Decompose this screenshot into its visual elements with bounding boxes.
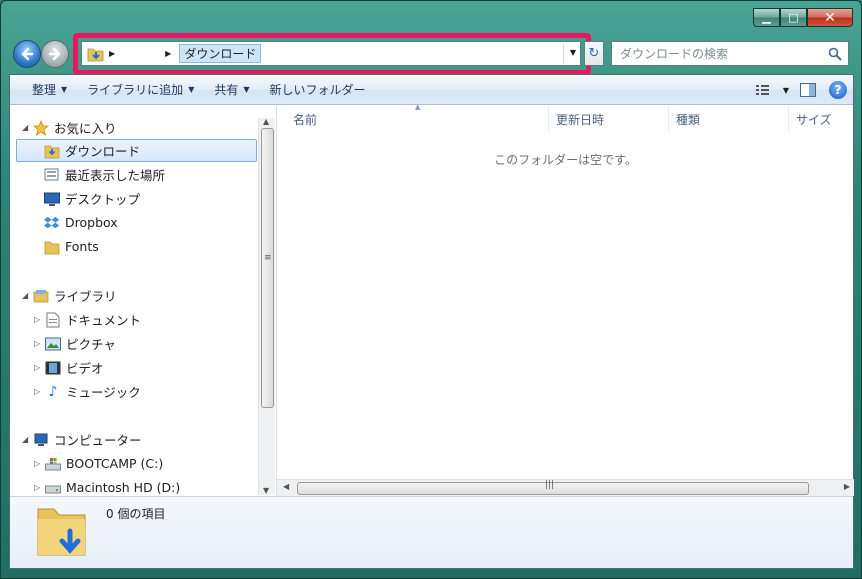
explorer-window: ▁ □ ✕ ▶ ▶ ダウンロード ▼ ↻ ダウンロードの検索 整理 ▼ ライブラ… — [0, 0, 862, 579]
search-input[interactable]: ダウンロードの検索 — [620, 45, 828, 62]
command-bar: 整理 ▼ ライブラリに追加 ▼ 共有 ▼ 新しいフォルダー ▼ ? — [10, 75, 853, 105]
help-icon: ? — [829, 81, 847, 99]
nav-item-pictures[interactable]: ▷ ピクチャ — [34, 332, 116, 355]
navigation-pane-scrollbar[interactable]: ▲ ≡ ▼ — [258, 117, 275, 495]
nav-item-videos[interactable]: ▷ ビデオ — [34, 356, 104, 379]
nav-item-drive-c[interactable]: ▷ BOOTCAMP (C:) — [34, 452, 163, 475]
refresh-button[interactable]: ↻ — [584, 41, 604, 66]
dropbox-icon — [43, 215, 61, 231]
column-type[interactable]: 種類 — [669, 106, 789, 132]
documents-icon — [44, 312, 62, 328]
nav-item-music[interactable]: ▷ ♪ ミュージック — [34, 380, 141, 403]
search-icon[interactable] — [828, 47, 842, 61]
nav-item-recent-places[interactable]: 最近表示した場所 — [43, 163, 165, 186]
computer-icon — [32, 432, 50, 448]
empty-folder-message: このフォルダーは空です。 — [494, 153, 637, 167]
back-arrow-icon — [21, 47, 34, 61]
address-divider — [563, 44, 564, 64]
windows-drive-icon — [44, 456, 62, 472]
nav-favorites[interactable]: ◢ お気に入り — [22, 116, 117, 139]
item-count: 0 個の項目 — [106, 507, 166, 521]
expand-arrow-icon[interactable]: ▷ — [34, 339, 44, 348]
minimize-button[interactable]: ▁ — [753, 8, 780, 27]
collapse-arrow-icon[interactable]: ◢ — [22, 123, 32, 132]
expand-arrow-icon[interactable]: ▷ — [34, 363, 44, 372]
address-dropdown-icon[interactable]: ▼ — [570, 48, 576, 57]
breadcrumb-current-folder[interactable]: ダウンロード — [179, 44, 262, 63]
pictures-icon — [44, 336, 62, 352]
file-list-horizontal-scrollbar[interactable]: ◀ ||| ▶ — [277, 479, 854, 496]
add-to-library-menu[interactable]: ライブラリに追加 ▼ — [77, 78, 204, 102]
breadcrumb-chevron-icon[interactable]: ▶ — [109, 49, 115, 58]
scroll-up-icon[interactable]: ▲ — [263, 117, 269, 126]
folder-icon — [43, 239, 61, 255]
column-header: ▲ 名前 更新日時 種類 サイズ — [277, 103, 854, 132]
close-button[interactable]: ✕ — [807, 8, 853, 27]
star-icon — [32, 119, 50, 136]
desktop-icon — [43, 191, 61, 207]
expand-arrow-icon[interactable]: ▷ — [34, 483, 44, 492]
view-options-button[interactable] — [749, 78, 779, 102]
nav-item-dropbox[interactable]: Dropbox — [43, 211, 118, 234]
nav-item-desktop[interactable]: デスクトップ — [43, 187, 140, 210]
navigation-pane: ◢ お気に入り ダウンロード 最近表示した場所 デスクトップ Dropbox F… — [10, 106, 275, 496]
explorer-client-area: 整理 ▼ ライブラリに追加 ▼ 共有 ▼ 新しいフォルダー ▼ ? ◢ お気に入… — [9, 74, 854, 569]
column-name[interactable]: 名前 — [277, 106, 549, 132]
forward-button[interactable] — [41, 40, 69, 68]
organize-menu[interactable]: 整理 ▼ — [22, 78, 77, 102]
nav-computer[interactable]: ◢ コンピューター — [22, 428, 142, 451]
details-pane: 0 個の項目 — [10, 496, 853, 568]
downloads-folder-large-icon — [37, 508, 86, 556]
expand-arrow-icon[interactable]: ▷ — [34, 459, 44, 468]
view-list-icon — [756, 85, 769, 95]
dropdown-arrow-icon: ▼ — [188, 85, 195, 94]
music-note-icon: ♪ — [48, 383, 58, 400]
videos-icon — [44, 360, 62, 376]
collapse-arrow-icon[interactable]: ◢ — [22, 435, 32, 444]
scroll-down-icon[interactable]: ▼ — [263, 486, 269, 495]
share-menu[interactable]: 共有 ▼ — [204, 78, 259, 102]
dropdown-arrow-icon: ▼ — [61, 85, 68, 94]
breadcrumb-chevron-icon[interactable]: ▶ — [165, 49, 171, 58]
view-dropdown-icon[interactable]: ▼ — [779, 78, 793, 102]
search-box[interactable]: ダウンロードの検索 — [611, 41, 849, 66]
refresh-icon: ↻ — [588, 46, 600, 61]
scroll-left-icon[interactable]: ◀ — [283, 482, 289, 491]
drive-icon — [44, 480, 62, 496]
column-date-modified[interactable]: 更新日時 — [549, 106, 669, 132]
scroll-right-icon[interactable]: ▶ — [844, 482, 850, 491]
collapse-arrow-icon[interactable]: ◢ — [22, 291, 32, 300]
expand-arrow-icon[interactable]: ▷ — [34, 387, 44, 396]
nav-item-downloads[interactable]: ダウンロード — [16, 139, 257, 162]
downloads-folder-icon — [43, 143, 61, 159]
navigation-buttons — [13, 40, 71, 68]
new-folder-button[interactable]: 新しいフォルダー — [260, 78, 376, 102]
downloads-folder-icon — [87, 48, 104, 61]
column-size[interactable]: サイズ — [789, 106, 854, 132]
dropdown-arrow-icon: ▼ — [243, 85, 250, 94]
nav-item-documents[interactable]: ▷ ドキュメント — [34, 308, 141, 331]
recent-places-icon — [43, 167, 61, 183]
help-button[interactable]: ? — [823, 78, 853, 102]
nav-libraries[interactable]: ◢ ライブラリ — [22, 284, 117, 307]
back-button[interactable] — [13, 40, 41, 68]
scrollbar-grip-icon: ||| — [545, 480, 555, 490]
scrollbar-grip-icon: ≡ — [264, 253, 272, 263]
file-list-pane[interactable]: ▲ 名前 更新日時 種類 サイズ このフォルダーは空です。 ◀ ||| ▶ — [276, 103, 854, 496]
library-icon — [32, 288, 50, 304]
scrollbar-thumb[interactable] — [261, 128, 274, 408]
maximize-button[interactable]: □ — [780, 8, 807, 27]
nav-item-fonts[interactable]: Fonts — [43, 235, 99, 258]
address-bar[interactable]: ▶ ▶ ダウンロード ▼ — [81, 41, 581, 66]
forward-arrow-icon — [48, 47, 61, 61]
expand-arrow-icon[interactable]: ▷ — [34, 315, 44, 324]
caption-buttons: ▁ □ ✕ — [753, 8, 853, 27]
preview-pane-button[interactable] — [793, 78, 823, 102]
preview-pane-icon — [800, 83, 816, 97]
